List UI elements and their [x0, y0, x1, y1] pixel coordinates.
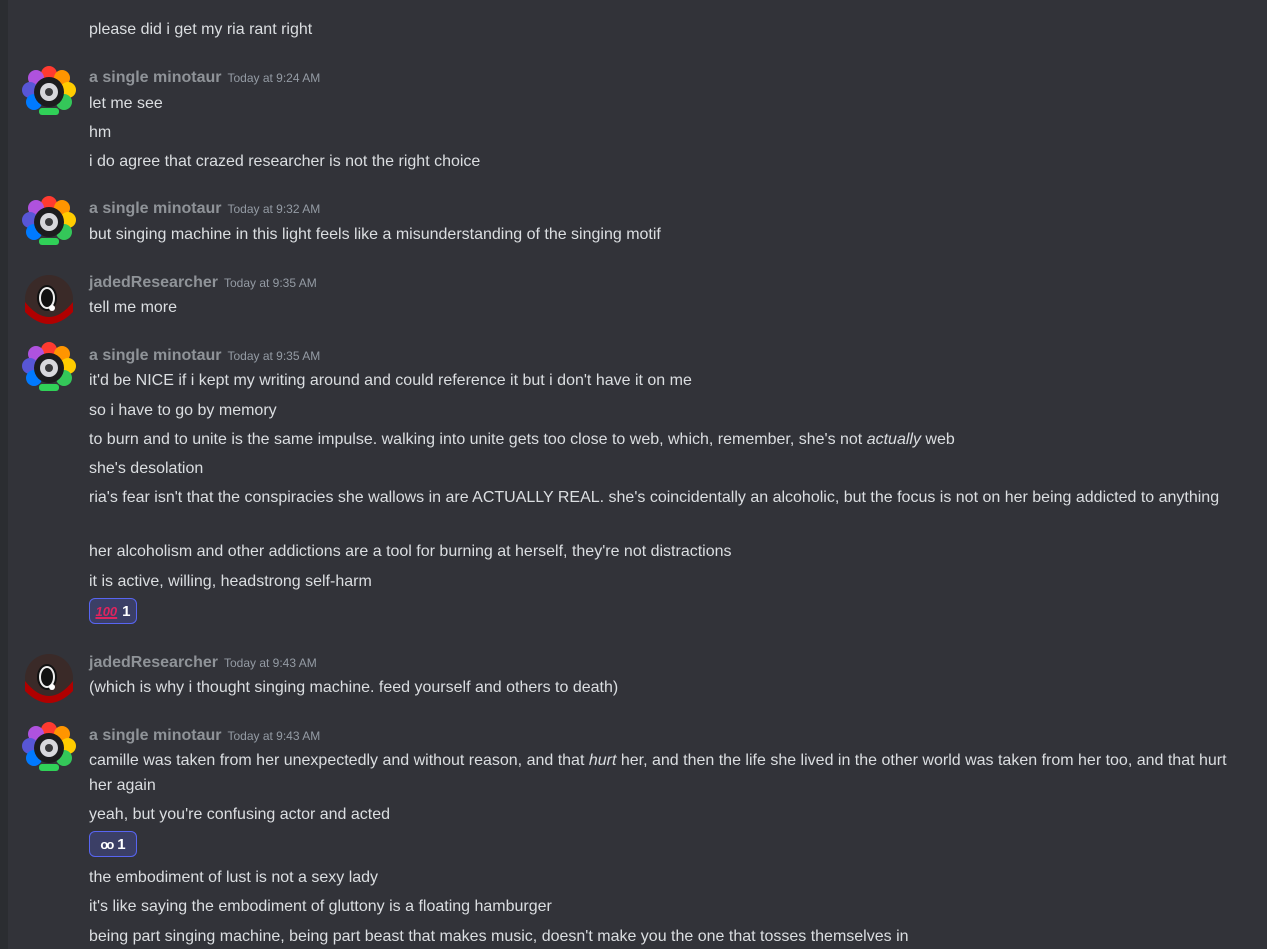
message-header: a single minotaur Today at 9:32 AM [89, 200, 320, 220]
timestamp[interactable]: Today at 9:32 AM [227, 202, 320, 216]
message-italic-text: actually [866, 431, 921, 448]
chat-message-list: please did i get my ria rant right a sin… [8, 0, 1267, 949]
reaction-eyes[interactable]: oo 1 [89, 831, 137, 857]
message-italic-text: hurt [588, 752, 617, 769]
avatar-minotaur[interactable] [22, 720, 76, 774]
timestamp[interactable]: Today at 9:43 AM [227, 729, 320, 743]
username[interactable]: a single minotaur [89, 69, 221, 86]
avatar-minotaur[interactable] [22, 194, 76, 248]
message-line: camille was taken from her unexpectedly … [89, 748, 1237, 798]
message-text: camille was taken from her unexpectedly … [89, 752, 589, 769]
left-edge-strip [0, 0, 8, 949]
username[interactable]: a single minotaur [89, 200, 221, 217]
message-line: hm [89, 124, 112, 141]
timestamp[interactable]: Today at 9:43 AM [224, 656, 317, 670]
avatar-minotaur[interactable] [22, 340, 76, 394]
message-line: it is active, willing, headstrong self-h… [89, 573, 372, 590]
message-line: the embodiment of lust is not a sexy lad… [89, 869, 379, 886]
rainbow-avatar-icon [22, 342, 76, 391]
message-header: a single minotaur Today at 9:43 AM [89, 727, 320, 747]
message-line: she's desolation [89, 460, 204, 477]
dark-avatar-icon [25, 275, 73, 324]
avatar-jadedresearcher[interactable] [22, 651, 76, 705]
message-header: a single minotaur Today at 9:35 AM [89, 347, 320, 367]
message-line: (which is why i thought singing machine.… [89, 679, 619, 696]
message-header: jadedResearcher Today at 9:35 AM [89, 274, 317, 294]
username[interactable]: jadedResearcher [89, 274, 218, 291]
rainbow-avatar-icon [22, 722, 76, 771]
message-line: let me see [89, 95, 163, 112]
reaction-count: 1 [122, 602, 131, 620]
eyes-icon: oo [100, 836, 114, 852]
message-line: so i have to go by memory [89, 402, 277, 419]
message-line: it'd be NICE if i kept my writing around… [89, 372, 692, 389]
message-line: but singing machine in this light feels … [89, 226, 661, 243]
timestamp[interactable]: Today at 9:35 AM [227, 349, 320, 363]
message-text: web [920, 431, 955, 448]
dark-avatar-icon [25, 654, 73, 703]
hundred-points-icon: 100 [95, 603, 118, 619]
message-line: being part singing machine, being part b… [89, 928, 909, 945]
message-line: it's like saying the embodiment of glutt… [89, 898, 552, 915]
message-line: yeah, but you're confusing actor and act… [89, 806, 391, 823]
message-header: jadedResearcher Today at 9:43 AM [89, 654, 317, 674]
message-text: to burn and to unite is the same impulse… [89, 431, 867, 448]
message-line: her alcoholism and other addictions are … [89, 543, 732, 560]
username[interactable]: a single minotaur [89, 727, 221, 744]
username[interactable]: jadedResearcher [89, 654, 218, 671]
rainbow-avatar-icon [22, 66, 76, 115]
reaction-100[interactable]: 100 1 [89, 598, 137, 624]
reaction-count: 1 [117, 835, 126, 853]
message-line: i do agree that crazed researcher is not… [89, 153, 481, 170]
message-line: ria's fear isn't that the conspiracies s… [89, 489, 1220, 506]
timestamp[interactable]: Today at 9:24 AM [227, 71, 320, 85]
message-header: a single minotaur Today at 9:24 AM [89, 69, 320, 89]
avatar-minotaur[interactable] [22, 64, 76, 118]
message-line: to burn and to unite is the same impulse… [89, 427, 1237, 452]
timestamp[interactable]: Today at 9:35 AM [224, 276, 317, 290]
rainbow-avatar-icon [22, 196, 76, 245]
message-line: please did i get my ria rant right [89, 21, 313, 38]
message-line: tell me more [89, 299, 178, 316]
username[interactable]: a single minotaur [89, 347, 221, 364]
avatar-jadedresearcher[interactable] [22, 272, 76, 326]
